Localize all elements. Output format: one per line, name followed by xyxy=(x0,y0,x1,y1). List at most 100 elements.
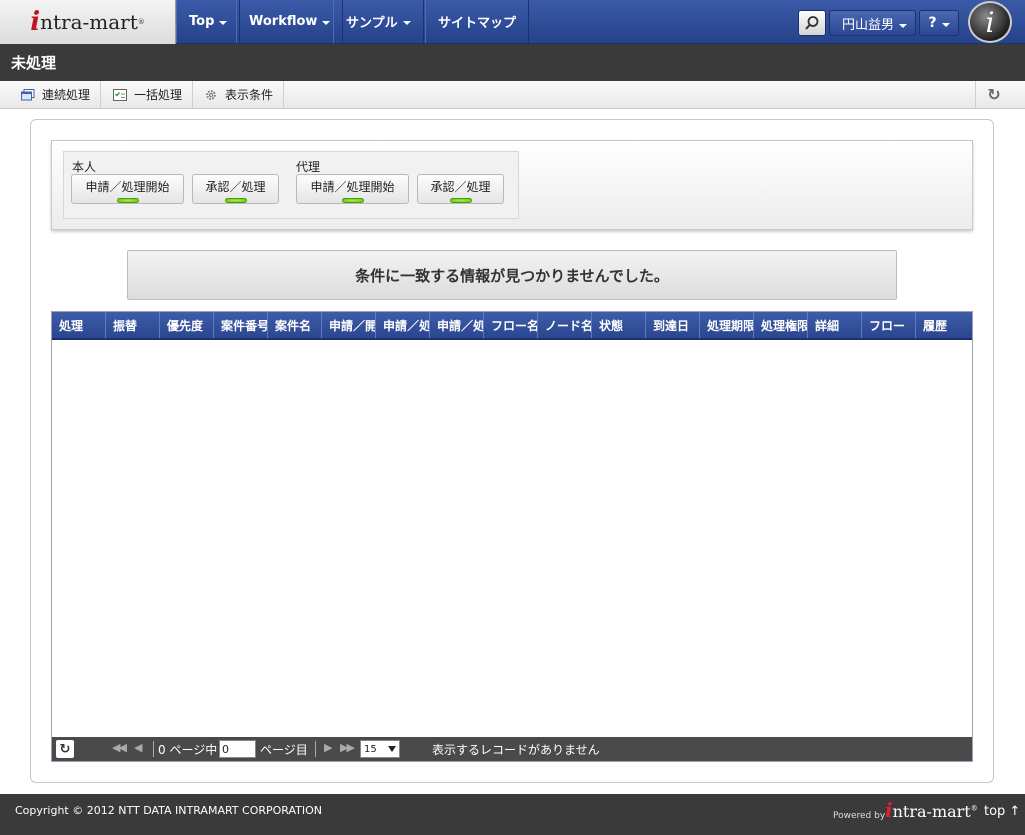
page-size-select[interactable]: 15 xyxy=(360,740,400,758)
status-led-icon xyxy=(341,198,364,203)
next-page-icon[interactable]: ▶ xyxy=(324,741,333,754)
caret-down-icon xyxy=(402,21,411,25)
proxy-label: 代理 xyxy=(296,160,321,174)
refresh-icon: ↻ xyxy=(987,85,1001,104)
toolbar-continuous-label: 連続処理 xyxy=(42,88,91,102)
intra-mart-logo[interactable]: i ntra-mart ® xyxy=(0,0,176,44)
pager-divider xyxy=(315,741,316,757)
caret-down-icon xyxy=(899,24,907,28)
page-title: 未処理 xyxy=(11,54,57,72)
main-panel: 本人 代理 申請／処理開始 承認／処理 申請／処理開始 承認／処理 条件に一致す… xyxy=(30,119,994,783)
action-toolbar: 連続処理 一括処理 表示条件 ↻ xyxy=(0,81,1025,109)
pager-prefix: 0 ページ中 xyxy=(158,743,218,757)
refresh-icon: ↻ xyxy=(59,741,71,757)
grid-column-header[interactable]: 詳細 xyxy=(808,312,862,338)
caret-down-icon xyxy=(322,21,331,25)
toolbar-refresh-button[interactable]: ↻ xyxy=(975,81,1012,108)
status-led-icon xyxy=(116,198,139,203)
last-page-icon[interactable]: ▶▶ xyxy=(340,741,355,754)
filter-group-box: 本人 代理 申請／処理開始 承認／処理 申請／処理開始 承認／処理 xyxy=(51,140,973,230)
footer-logo: intra-mart® xyxy=(885,798,978,822)
logo-mark: ® xyxy=(137,18,145,26)
grid-column-header[interactable]: 処理権限 xyxy=(754,312,808,338)
grid-column-header[interactable]: 優先度 xyxy=(160,312,214,338)
self-approve-button[interactable]: 承認／処理 xyxy=(192,174,279,204)
filter-inner-box: 本人 代理 申請／処理開始 承認／処理 申請／処理開始 承認／処理 xyxy=(63,151,519,219)
pager-suffix: ページ目 xyxy=(260,743,308,757)
grid-column-header[interactable]: 処理期限 xyxy=(700,312,754,338)
self-label: 本人 xyxy=(72,160,97,174)
help-button[interactable]: ? xyxy=(919,10,959,36)
i-badge-icon[interactable]: i xyxy=(968,1,1012,43)
grid-column-header[interactable]: 振替 xyxy=(106,312,160,338)
grid-column-header[interactable]: 処理 xyxy=(52,312,106,338)
status-led-icon xyxy=(449,198,472,203)
grid-column-header[interactable]: 履歴 xyxy=(916,312,970,338)
grid-column-header[interactable]: 案件番号 xyxy=(214,312,268,338)
user-menu-button[interactable]: 円山益男 xyxy=(829,10,916,36)
search-icon xyxy=(805,16,819,30)
page-size-value: 15 xyxy=(364,743,377,755)
task-grid: 処理 振替 優先度 案件番号 案件名 申請／開 申請／処 申請／処 フロー名 ノード名 状態 到達日処… xyxy=(51,311,973,762)
no-results-text: 条件に一致する情報が見つかりませんでした。 xyxy=(355,266,669,285)
copyright-text: Copyright © 2012 NTT DATA INTRAMART CORP… xyxy=(15,804,323,817)
prev-page-icon[interactable]: ◀ xyxy=(134,741,143,754)
proxy-approve-button[interactable]: 承認／処理 xyxy=(417,174,504,204)
nav-workflow-label: Workflow xyxy=(249,14,318,29)
badge-letter: i xyxy=(985,5,995,39)
chevron-down-icon xyxy=(388,746,396,752)
window-icon xyxy=(21,88,35,100)
status-led-icon xyxy=(224,198,247,203)
grid-column-header[interactable]: 案件名 xyxy=(268,312,322,338)
self-apply-start-label: 申請／処理開始 xyxy=(85,180,170,194)
grid-column-header[interactable]: 状態 xyxy=(592,312,646,338)
page-footer: Copyright © 2012 NTT DATA INTRAMART CORP… xyxy=(0,794,1025,835)
nav-sitemap[interactable]: サイトマップ xyxy=(425,0,530,43)
first-page-icon[interactable]: ◀◀ xyxy=(112,741,127,754)
grid-column-header[interactable]: 申請／処 xyxy=(376,312,430,338)
gear-icon xyxy=(206,89,216,100)
footer-logo-initial: i xyxy=(885,798,893,822)
top-navbar: i ntra-mart ® Top Workflow サンプル サイトマップ 円山益… xyxy=(0,0,1025,44)
pager-divider xyxy=(153,741,154,757)
toolbar-batch-label: 一括処理 xyxy=(134,88,183,102)
toolbar-continuous-button[interactable]: 連続処理 xyxy=(11,81,102,108)
page-title-bar: 未処理 xyxy=(0,44,1025,81)
checklist-icon xyxy=(113,88,127,101)
toolbar-batch-button[interactable]: 一括処理 xyxy=(103,81,194,108)
user-name: 円山益男 xyxy=(842,17,895,33)
pager-refresh-button[interactable]: ↻ xyxy=(56,740,74,758)
proxy-apply-start-button[interactable]: 申請／処理開始 xyxy=(296,174,409,204)
footer-logo-mark: ® xyxy=(970,804,978,813)
logo-text: ntra-mart xyxy=(40,10,138,34)
proxy-apply-start-label: 申請／処理開始 xyxy=(310,180,395,194)
logo-initial: i xyxy=(30,7,41,37)
help-label: ? xyxy=(928,15,937,31)
nav-top[interactable]: Top xyxy=(176,0,241,43)
page-number-input[interactable] xyxy=(219,740,256,758)
self-approve-label: 承認／処理 xyxy=(205,180,266,194)
grid-header: 処理 振替 優先度 案件番号 案件名 申請／開 申請／処 申請／処 フロー名 ノード名 状態 到達日処… xyxy=(52,312,972,340)
no-results-message: 条件に一致する情報が見つかりませんでした。 xyxy=(127,250,897,300)
nav-sample-label: サンプル xyxy=(346,16,398,31)
powered-by-text: Powered by xyxy=(833,811,886,821)
search-button[interactable] xyxy=(798,10,826,36)
nav-sample[interactable]: サンプル xyxy=(333,0,424,43)
nav-top-label: Top xyxy=(189,14,215,29)
proxy-approve-label: 承認／処理 xyxy=(430,180,491,194)
self-apply-start-button[interactable]: 申請／処理開始 xyxy=(71,174,184,204)
grid-column-header[interactable]: 申請／開 xyxy=(322,312,376,338)
grid-column-header[interactable]: ノード名 xyxy=(538,312,592,338)
nav-workflow[interactable]: Workflow xyxy=(236,0,344,43)
grid-column-header[interactable]: フロー xyxy=(862,312,916,338)
grid-column-header[interactable]: 申請／処 xyxy=(430,312,484,338)
toolbar-display-conditions-label: 表示条件 xyxy=(225,88,274,102)
toolbar-display-conditions-button[interactable]: 表示条件 xyxy=(194,81,285,108)
grid-pager: ↻ ◀◀ ◀ 0 ページ中 ページ目 ▶ ▶▶ 15 表示するレコードがありませ… xyxy=(52,737,972,761)
grid-column-header[interactable]: 到達日 xyxy=(646,312,700,338)
back-to-top-link[interactable]: top ↑ xyxy=(984,804,1020,819)
pager-status: 表示するレコードがありません xyxy=(432,743,600,757)
grid-column-header[interactable]: フロー名 xyxy=(484,312,538,338)
caret-down-icon xyxy=(219,21,228,25)
caret-down-icon xyxy=(941,22,950,27)
